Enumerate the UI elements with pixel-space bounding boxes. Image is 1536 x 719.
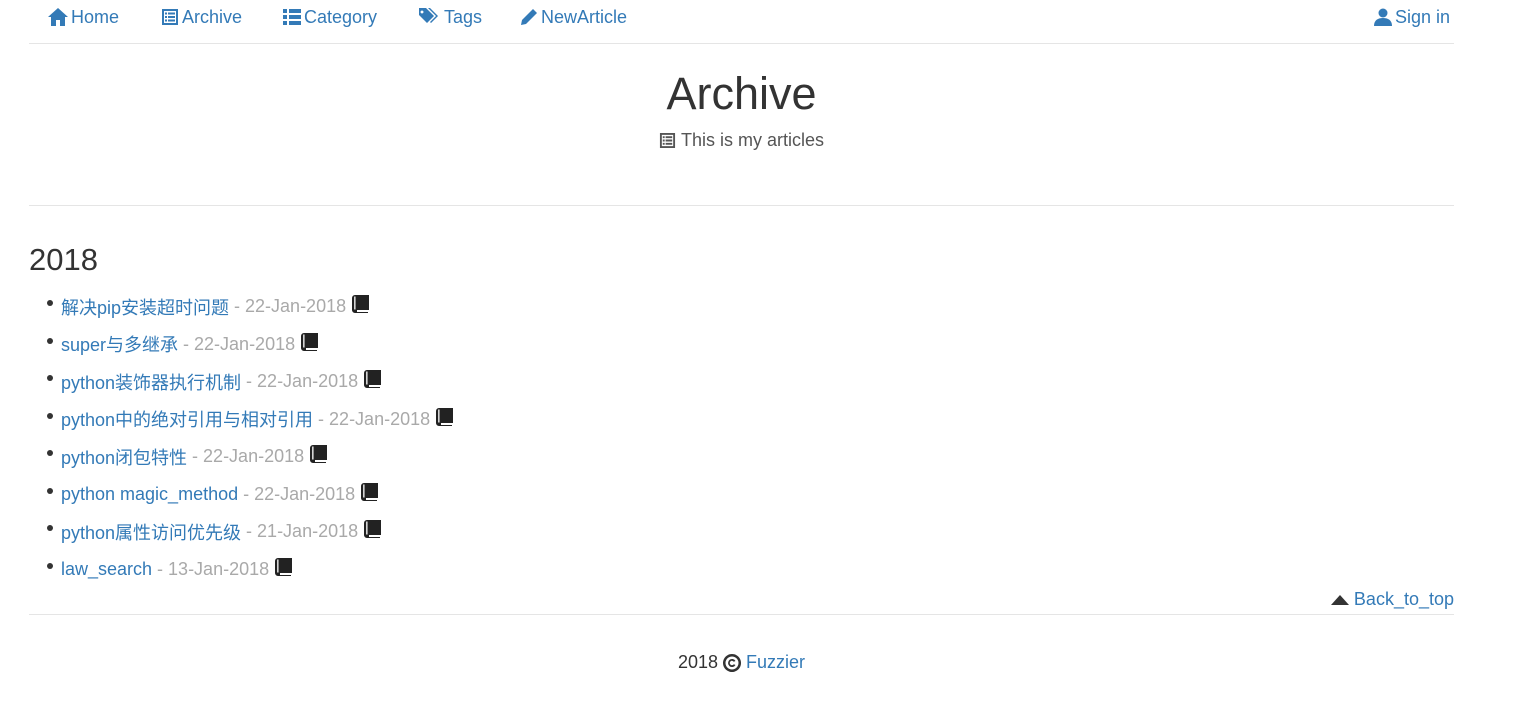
bullet <box>47 375 53 381</box>
bullet <box>47 487 53 494</box>
book-icon <box>310 445 328 468</box>
nav-category-label: Category <box>304 6 378 27</box>
article-date: - 22-Jan-2018 <box>234 296 347 317</box>
archive-year-heading: 2018 <box>29 242 98 277</box>
page-title: Archive <box>666 68 817 119</box>
user-icon <box>1374 8 1392 26</box>
top-nav: Home Archive Category Tags NewArticle Si… <box>29 0 1454 44</box>
article-date: - 22-Jan-2018 <box>183 333 296 354</box>
list-item: super与多继承 - 22-Jan-2018 <box>47 326 453 364</box>
article-link[interactable]: python magic_method <box>61 484 238 505</box>
nav-sign-in-label: Sign in <box>1395 6 1451 27</box>
article-link[interactable]: python属性访问优先级 <box>61 519 241 545</box>
book-icon <box>436 407 454 431</box>
book-icon <box>364 370 382 393</box>
tags-icon <box>419 8 438 23</box>
list-alt-icon <box>659 132 676 149</box>
book-icon <box>301 332 319 356</box>
list-icon <box>283 9 301 25</box>
bullet <box>47 450 53 456</box>
list-item: python闭包特性 - 22-Jan-2018 <box>47 438 453 476</box>
list-item: python装饰器执行机制 - 22-Jan-2018 <box>47 363 453 401</box>
nav-new-article-label: NewArticle <box>541 6 628 27</box>
header-divider <box>29 205 1454 206</box>
page-subtitle: This is my articles <box>29 130 1454 151</box>
article-link[interactable]: python中的绝对引用与相对引用 <box>61 406 313 432</box>
footer-divider <box>29 614 1454 615</box>
book-icon <box>352 295 370 318</box>
bullet <box>47 525 53 531</box>
nav-home-label: Home <box>71 6 120 27</box>
book-icon <box>364 520 382 543</box>
article-date: - 21-Jan-2018 <box>246 521 359 542</box>
article-link[interactable]: python闭包特性 <box>61 444 187 470</box>
bullet <box>47 562 53 569</box>
article-date: - 22-Jan-2018 <box>318 408 431 429</box>
nav-archive-label: Archive <box>182 6 243 27</box>
list-alt-icon <box>162 9 178 25</box>
book-icon <box>275 557 293 581</box>
home-icon <box>48 8 68 26</box>
book-icon <box>361 482 379 506</box>
list-item: python magic_method - 22-Jan-2018 <box>47 476 453 514</box>
bullet <box>47 337 53 344</box>
article-date: - 22-Jan-2018 <box>246 371 359 392</box>
bullet <box>47 300 53 306</box>
article-date: - 13-Jan-2018 <box>157 558 270 579</box>
nav-home[interactable]: Home <box>48 4 119 30</box>
article-link[interactable]: python装饰器执行机制 <box>61 369 241 395</box>
article-list: 解决pip安装超时问题 - 22-Jan-2018 super与多继承 - 22-J… <box>47 288 454 589</box>
triangle-up-icon <box>1330 594 1349 605</box>
page-subtitle-text: This is my articles <box>680 130 824 150</box>
nav-sign-in[interactable]: Sign in <box>1374 4 1450 30</box>
bullet <box>47 412 53 419</box>
back-to-top-link[interactable]: Back_to_top <box>1330 589 1454 610</box>
copyright-icon <box>723 653 741 672</box>
article-date: - 22-Jan-2018 <box>243 483 356 504</box>
footer-author-link[interactable]: Fuzzier <box>746 652 805 673</box>
list-item: python中的绝对引用与相对引用 - 22-Jan-2018 <box>47 401 454 439</box>
nav-tags[interactable]: Tags <box>419 4 482 30</box>
nav-new-article[interactable]: NewArticle <box>520 4 627 30</box>
footer-year: 2018 <box>677 652 719 672</box>
nav-tags-label: Tags <box>444 6 483 27</box>
list-item: 解决pip安装超时问题 - 22-Jan-2018 <box>47 288 453 326</box>
article-link[interactable]: super与多继承 <box>61 331 178 357</box>
article-link[interactable]: 解决pip安装超时问题 <box>61 294 229 320</box>
list-item: law_search - 13-Jan-2018 <box>47 551 453 589</box>
nav-archive[interactable]: Archive <box>161 4 242 30</box>
article-date: - 22-Jan-2018 <box>192 446 305 467</box>
page-container: Home Archive Category Tags NewArticle Si… <box>29 0 1454 719</box>
footer: 2018 Fuzzier <box>29 652 1454 673</box>
list-item: python属性访问优先级 - 21-Jan-2018 <box>47 513 453 551</box>
back-to-top-label: Back_to_top <box>1353 589 1454 609</box>
article-link[interactable]: law_search <box>61 559 152 580</box>
nav-category[interactable]: Category <box>283 4 377 30</box>
pencil-icon <box>521 9 537 25</box>
